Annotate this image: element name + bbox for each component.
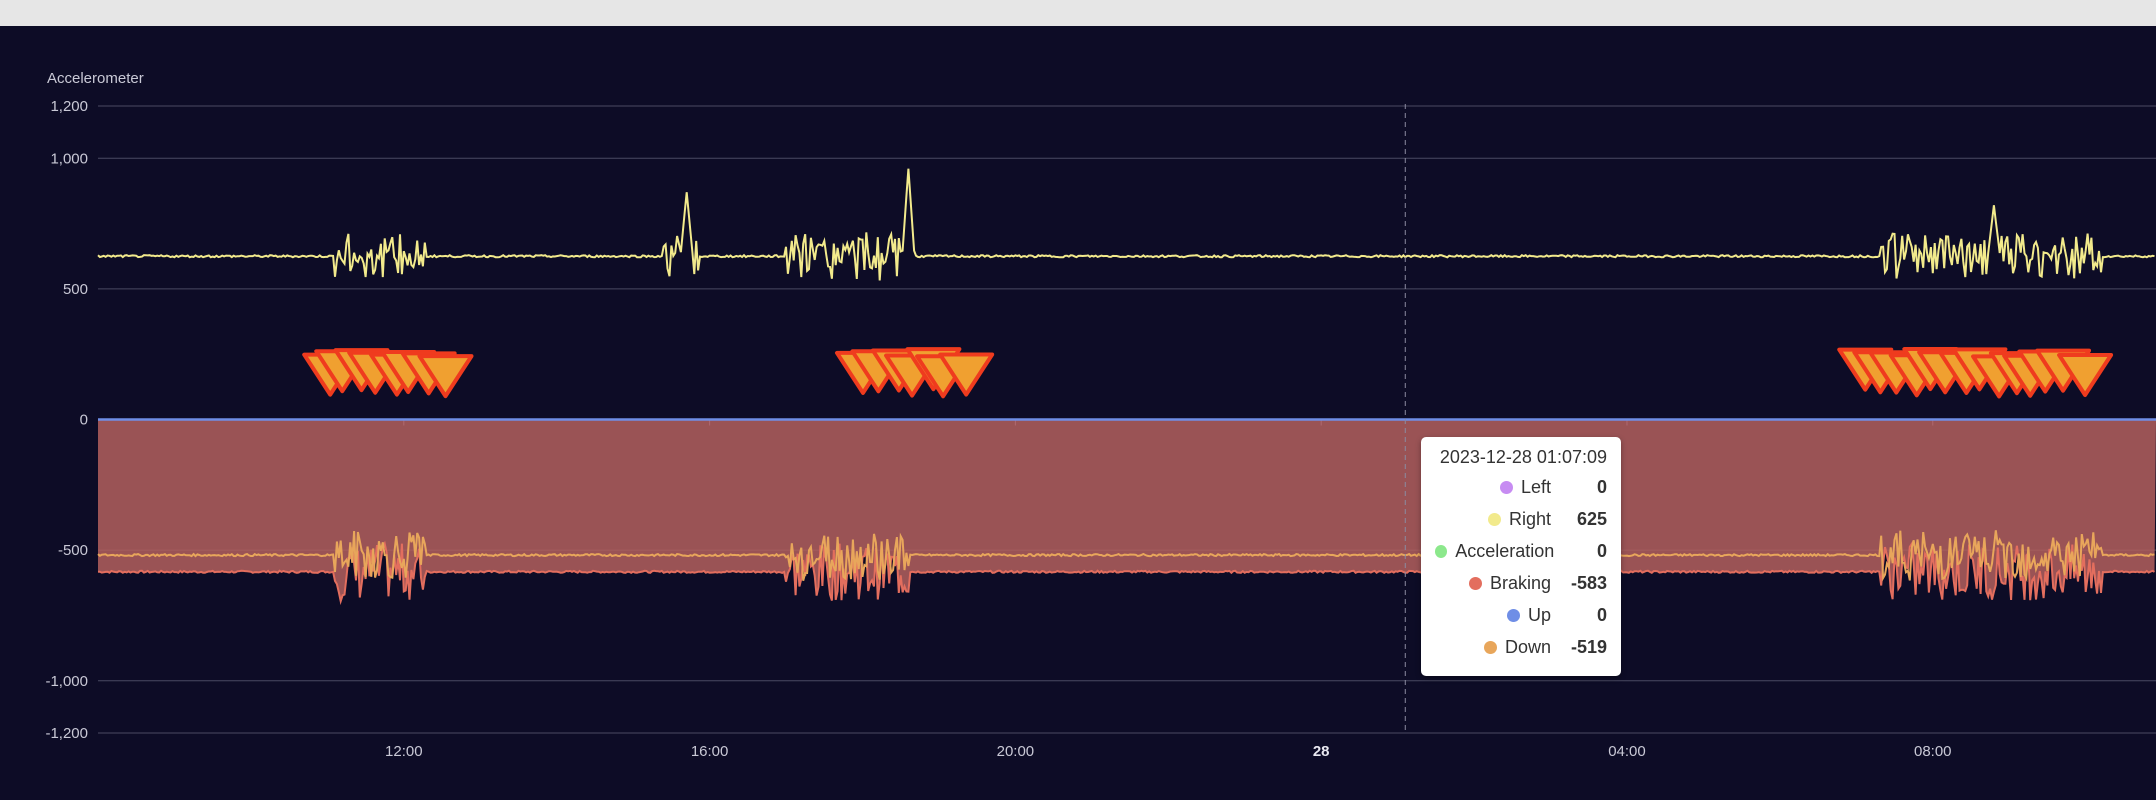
- tooltip-row-left: Left 0: [1435, 471, 1607, 503]
- left-series-dot: [1499, 480, 1513, 494]
- y-tick-label: 500: [63, 281, 88, 298]
- tooltip-row-braking: Braking -583: [1435, 567, 1607, 599]
- tooltip-row-up: Up 0: [1435, 599, 1607, 631]
- x-tick-label: 16:00: [691, 743, 729, 760]
- browser-top-bar: [0, 0, 2156, 27]
- x-tick-label: 28: [1313, 743, 1330, 760]
- series-right-line: [97, 168, 2155, 281]
- up-series-dot: [1506, 608, 1520, 622]
- tooltip-series-value: 0: [1596, 604, 1607, 625]
- tooltip-series-name: Down: [1504, 636, 1551, 657]
- x-tick-label: 08:00: [1914, 743, 1952, 760]
- tooltip-row-right: Right 625: [1435, 503, 1607, 535]
- down-series-dot: [1483, 640, 1497, 654]
- y-tick-label: 1,200: [50, 98, 88, 115]
- chart-title: Accelerometer: [47, 70, 144, 87]
- accelerometer-chart[interactable]: Accelerometer 1,200 1,000 500 0 -500 -1,000 -1…: [0, 26, 2156, 800]
- tooltip-row-down: Down -519: [1435, 631, 1607, 663]
- tooltip-series-name: Braking: [1489, 572, 1551, 593]
- tooltip-series-name: Right: [1508, 508, 1551, 529]
- y-tick-label: -500: [58, 542, 88, 559]
- x-tick-label: 20:00: [997, 743, 1035, 760]
- tooltip-series-name: Left: [1520, 476, 1551, 497]
- braking-series-dot: [1468, 576, 1482, 590]
- data-tooltip: 2023-12-28 01:07:09 Left 0 Right 625 Acc…: [1421, 437, 1621, 676]
- right-series-dot: [1487, 512, 1501, 526]
- y-tick-label: -1,000: [45, 673, 88, 690]
- x-tick-label: 12:00: [385, 743, 423, 760]
- tooltip-series-value: -519: [1570, 636, 1607, 657]
- tooltip-series-name: Up: [1527, 604, 1551, 625]
- y-tick-label: 0: [80, 412, 88, 429]
- tooltip-series-value: -583: [1570, 572, 1607, 593]
- chart-canvas[interactable]: Accelerometer 1,200 1,000 500 0 -500 -1,000 -1…: [0, 26, 2156, 800]
- x-tick-label: 04:00: [1608, 743, 1646, 760]
- y-tick-label: -1,200: [45, 725, 88, 742]
- tooltip-series-value: 625: [1576, 508, 1607, 529]
- tooltip-series-value: 0: [1596, 476, 1607, 497]
- tooltip-series-value: 0: [1596, 540, 1607, 561]
- tooltip-row-acceleration: Acceleration 0: [1435, 535, 1607, 567]
- tooltip-timestamp: 2023-12-28 01:07:09: [1439, 447, 1607, 467]
- tooltip-series-name: Acceleration: [1455, 540, 1555, 561]
- y-tick-label: 1,000: [50, 150, 88, 167]
- acceleration-series-dot: [1435, 544, 1448, 558]
- event-markers: [302, 347, 2114, 399]
